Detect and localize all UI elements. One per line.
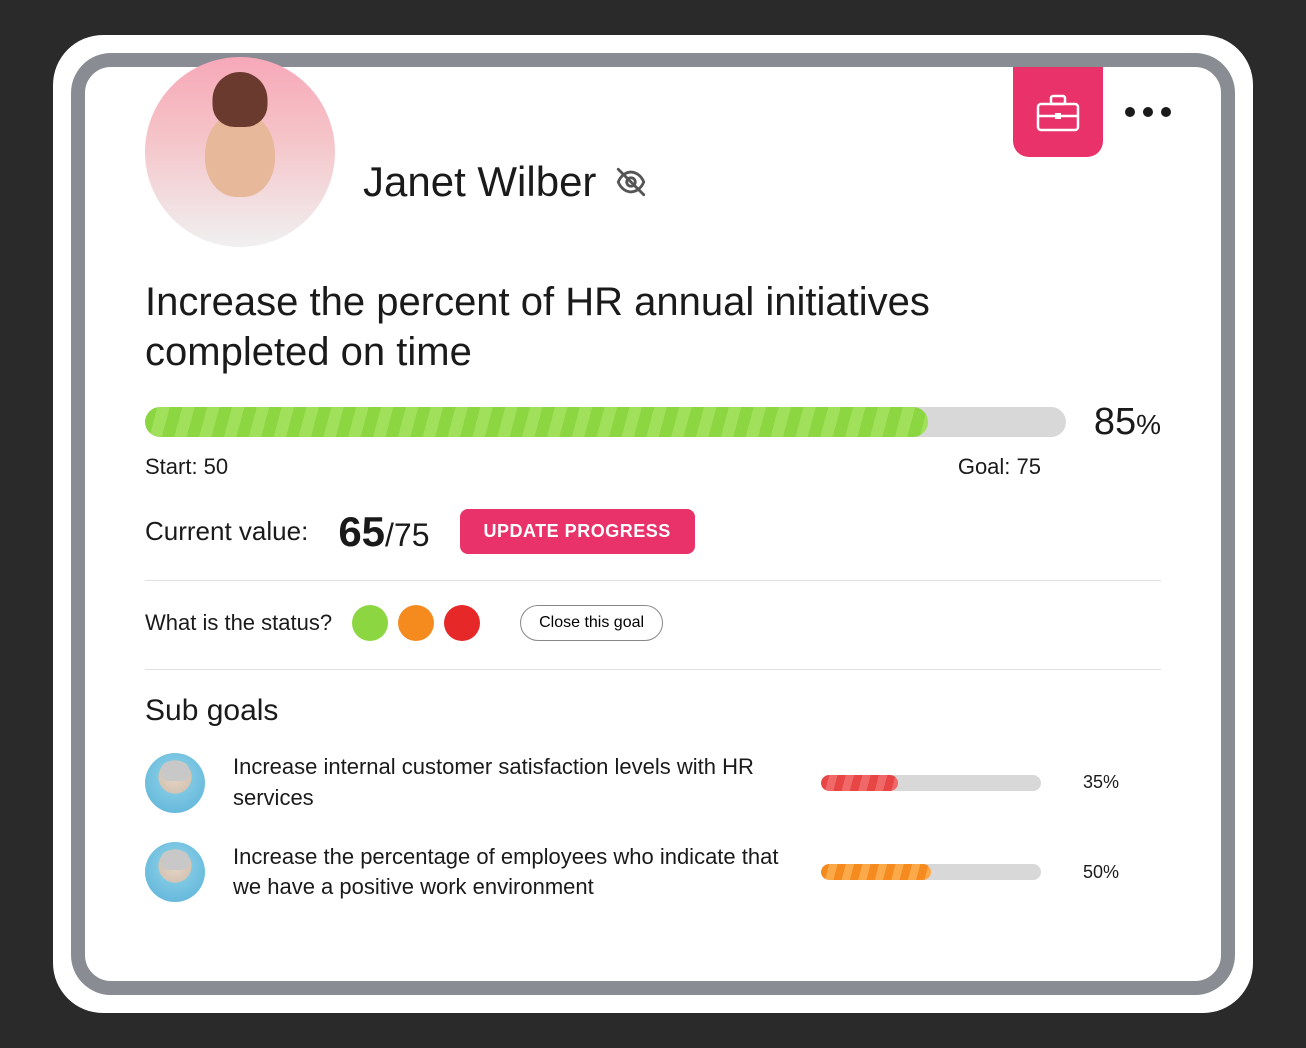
user-name: Janet Wilber <box>363 158 596 206</box>
subgoal-progress-bar <box>821 864 1041 880</box>
status-row: What is the status? Close this goal <box>145 605 1161 670</box>
subgoal-title: Increase the percentage of employees who… <box>233 842 793 904</box>
status-option-green[interactable] <box>352 605 388 641</box>
subgoal-owner-avatar <box>145 753 205 813</box>
current-value: 65/75 <box>338 508 429 556</box>
subgoal-owner-avatar <box>145 842 205 902</box>
status-label: What is the status? <box>145 610 332 636</box>
current-value-row: Current value: 65/75 UPDATE PROGRESS <box>145 508 1161 581</box>
start-label: Start: 50 <box>145 454 228 480</box>
goal-header: Janet Wilber <box>145 117 1161 247</box>
main-progress-row: 85% <box>145 401 1161 444</box>
briefcase-tab[interactable] <box>1013 67 1103 157</box>
percent-sign: % <box>1136 409 1161 440</box>
subgoal-percent: 50% <box>1069 862 1119 883</box>
current-value-number: 65 <box>338 508 385 555</box>
current-value-denominator: /75 <box>385 517 429 553</box>
main-progress-bar <box>145 407 1066 437</box>
subgoal-title: Increase internal customer satisfaction … <box>233 752 793 814</box>
current-value-label: Current value: <box>145 516 308 547</box>
goal-title: Increase the percent of HR annual initia… <box>145 277 995 377</box>
subgoal-item[interactable]: Increase the percentage of employees who… <box>145 842 1161 904</box>
subgoal-item[interactable]: Increase internal customer satisfaction … <box>145 752 1161 814</box>
subgoal-progress-fill <box>821 775 898 791</box>
subgoal-progress-bar <box>821 775 1041 791</box>
device-frame: Janet Wilber Increase the percent of HR … <box>53 35 1253 1013</box>
subgoal-progress-fill <box>821 864 931 880</box>
name-row: Janet Wilber <box>363 158 648 206</box>
status-options <box>352 605 480 641</box>
more-menu-icon[interactable] <box>1125 107 1171 117</box>
subgoals-heading: Sub goals <box>145 694 1161 728</box>
main-progress-fill <box>145 407 928 437</box>
top-right-controls <box>1013 67 1171 157</box>
progress-range-labels: Start: 50 Goal: 75 <box>145 454 1161 480</box>
visibility-off-icon[interactable] <box>614 165 648 199</box>
close-goal-button[interactable]: Close this goal <box>520 605 663 641</box>
main-progress-percent: 85% <box>1094 401 1161 444</box>
app-window: Janet Wilber Increase the percent of HR … <box>71 53 1235 995</box>
subgoal-percent: 35% <box>1069 772 1119 793</box>
status-option-orange[interactable] <box>398 605 434 641</box>
status-option-red[interactable] <box>444 605 480 641</box>
briefcase-icon <box>1036 92 1080 132</box>
user-avatar <box>145 57 335 247</box>
goal-label: Goal: 75 <box>958 454 1041 480</box>
percent-value: 85 <box>1094 401 1136 443</box>
update-progress-button[interactable]: UPDATE PROGRESS <box>460 509 695 554</box>
